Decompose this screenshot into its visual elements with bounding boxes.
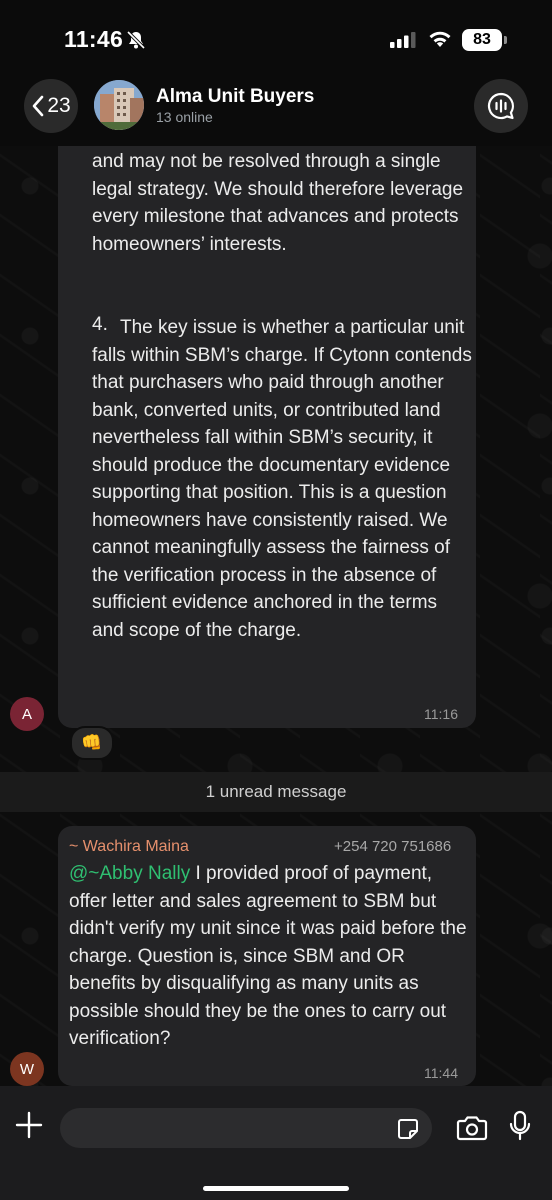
chat-header: 23 Alma Unit Buyers 13 online bbox=[0, 70, 552, 146]
message-text: @~Abby Nally I provided proof of payment… bbox=[69, 860, 469, 1053]
sticker-icon[interactable] bbox=[396, 1117, 420, 1146]
back-button[interactable]: 23 bbox=[24, 79, 78, 133]
chevron-left-icon bbox=[33, 95, 44, 117]
plus-icon[interactable] bbox=[14, 1110, 44, 1145]
status-bar: 11:46 83 bbox=[0, 0, 552, 80]
camera-icon[interactable] bbox=[456, 1114, 488, 1147]
status-time: 11:46 bbox=[64, 26, 124, 52]
message-time: 11:44 bbox=[424, 1065, 458, 1081]
sender-phone[interactable]: +254 720 751686 bbox=[334, 838, 451, 855]
mention-link[interactable]: @~Abby Nally bbox=[69, 863, 190, 884]
home-indicator[interactable] bbox=[203, 1186, 349, 1191]
message-paragraph: The key issue is whether a particular un… bbox=[92, 317, 472, 641]
group-name[interactable]: Alma Unit Buyers bbox=[156, 86, 314, 108]
voice-chat-icon bbox=[487, 92, 514, 120]
bell-slash-icon bbox=[126, 30, 146, 55]
microphone-icon[interactable] bbox=[508, 1110, 532, 1147]
sender-name[interactable]: ~ Wachira Maina bbox=[69, 838, 189, 856]
battery-indicator: 83 bbox=[462, 29, 507, 51]
message-body: I provided proof of payment, offer lette… bbox=[69, 863, 467, 1049]
unread-chats-count: 23 bbox=[47, 94, 71, 117]
avatar-initial: A bbox=[21, 705, 32, 723]
group-online-count: 13 online bbox=[156, 109, 213, 125]
composer-bar bbox=[0, 1086, 552, 1200]
voice-chat-button[interactable] bbox=[474, 79, 528, 133]
unread-divider: 1 unread message bbox=[0, 772, 552, 812]
message-time: 11:16 bbox=[424, 706, 458, 722]
message-input[interactable] bbox=[60, 1108, 432, 1148]
avatar-initial: W bbox=[19, 1060, 35, 1078]
wifi-icon bbox=[428, 30, 452, 53]
message-paragraph: and may not be resolved through a single… bbox=[92, 151, 464, 255]
sender-avatar[interactable]: A bbox=[10, 697, 44, 731]
sender-avatar[interactable]: W bbox=[10, 1052, 44, 1086]
signal-icon bbox=[390, 32, 416, 53]
reaction-badge[interactable]: 👊 bbox=[70, 726, 114, 760]
group-avatar[interactable] bbox=[94, 80, 144, 130]
